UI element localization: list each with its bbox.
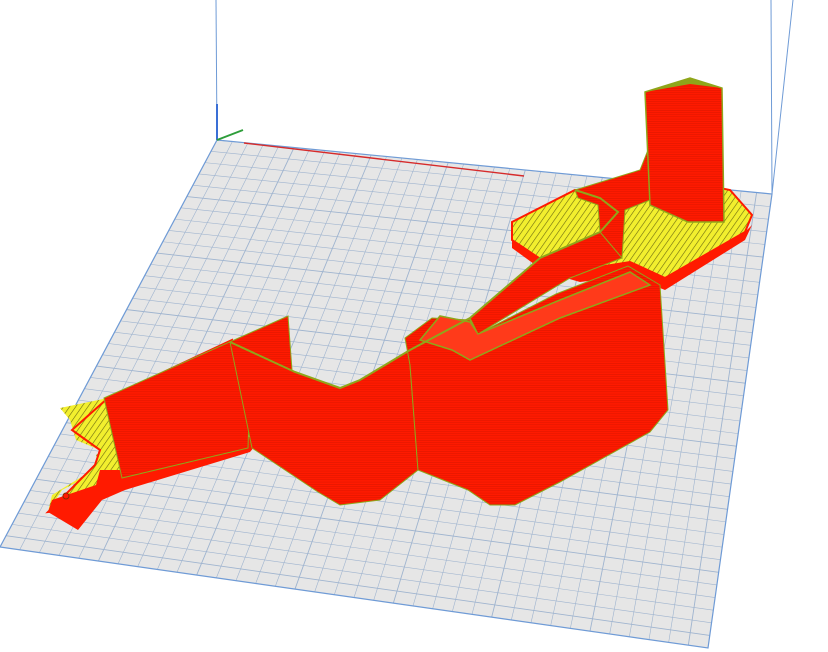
mounting-hole — [62, 492, 70, 500]
3d-viewport[interactable] — [0, 0, 828, 652]
model-wall-tall — [644, 77, 725, 223]
scene-canvas[interactable] — [0, 0, 828, 652]
y-axis-line — [216, 129, 244, 141]
